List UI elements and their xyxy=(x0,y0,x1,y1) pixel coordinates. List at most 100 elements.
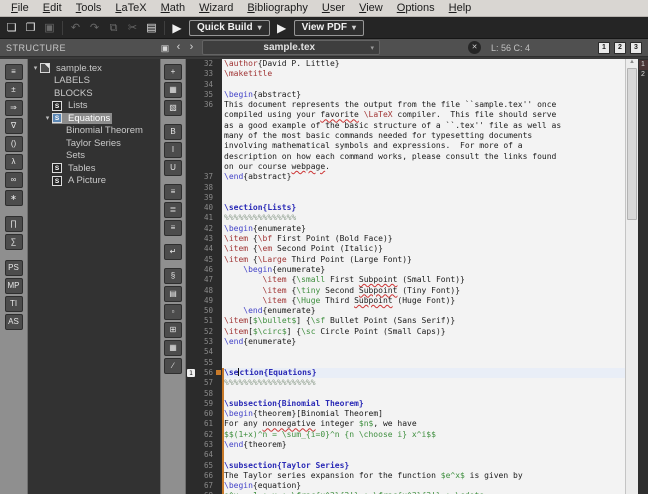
gutter[interactable]: 43 xyxy=(186,234,222,244)
array-icon[interactable]: ▦ xyxy=(164,340,182,356)
code-row-current[interactable]: 156\section{Equations} xyxy=(186,368,625,378)
bookmark-2-icon[interactable]: 2 xyxy=(614,42,626,54)
gutter[interactable]: 34 xyxy=(186,80,222,90)
code-row[interactable]: 49 \item {\Huge Third Subpoint (Huge Fon… xyxy=(186,296,625,306)
gutter[interactable]: 52 xyxy=(186,327,222,337)
code-row[interactable]: 42\begin{enumerate} xyxy=(186,224,625,234)
delimiters-icon[interactable]: () xyxy=(5,136,23,152)
menu-options[interactable]: Options xyxy=(390,2,442,14)
gutter[interactable]: 60 xyxy=(186,409,222,419)
enumerate-list-icon[interactable]: ≣ xyxy=(164,202,182,218)
gutter[interactable] xyxy=(186,110,222,120)
new-document-icon[interactable]: ❏ xyxy=(2,19,21,37)
menu-latex[interactable]: LaTeX xyxy=(108,2,153,14)
code-row[interactable]: 64 xyxy=(186,450,625,460)
bookmark-1-icon[interactable]: 1 xyxy=(598,42,610,54)
includegraphics-icon[interactable]: ▤ xyxy=(164,286,182,302)
tree-item-blocks[interactable]: BLOCKS xyxy=(28,87,160,100)
gutter[interactable] xyxy=(186,121,222,131)
section-icon[interactable]: § xyxy=(164,268,182,284)
gutter[interactable]: 33 xyxy=(186,69,222,79)
gutter[interactable]: 55 xyxy=(186,358,222,368)
code-row[interactable]: 55 xyxy=(186,358,625,368)
code-row[interactable]: 51\item[$\bullet$] {\sf Bullet Point (Sa… xyxy=(186,316,625,326)
code-row[interactable]: 37\end{abstract} xyxy=(186,172,625,182)
gutter[interactable]: 59 xyxy=(186,399,222,409)
gutter[interactable]: 45 xyxy=(186,255,222,265)
code-row[interactable]: 44\item {\em Second Point (Italic)} xyxy=(186,244,625,254)
most-used-symbols-icon[interactable]: ∗ xyxy=(5,190,23,206)
gutter[interactable]: 41 xyxy=(186,213,222,223)
bold-icon[interactable]: B xyxy=(164,124,182,140)
code-row[interactable]: 41%%%%%%%%%%%%%%% xyxy=(186,213,625,223)
quick-build-dropdown[interactable]: Quick Build ▾ xyxy=(189,20,270,36)
gutter[interactable] xyxy=(186,131,222,141)
infinity-symbols-icon[interactable]: ∞ xyxy=(5,172,23,188)
picture-icon[interactable]: ▧ xyxy=(164,100,182,116)
code-row[interactable]: on our course webpage. xyxy=(186,162,625,172)
gutter[interactable] xyxy=(186,162,222,172)
tabbing-icon[interactable]: ▦ xyxy=(164,82,182,98)
gutter[interactable]: 51 xyxy=(186,316,222,326)
code-row[interactable]: 54 xyxy=(186,347,625,357)
code-row[interactable]: 53\end{enumerate} xyxy=(186,337,625,347)
menu-wizard[interactable]: Wizard xyxy=(192,2,240,14)
menu-user[interactable]: User xyxy=(315,2,352,14)
right-rail-badge-2[interactable]: 2 xyxy=(639,70,648,80)
bookmark-3-icon[interactable]: 3 xyxy=(630,42,642,54)
gutter[interactable]: 38 xyxy=(186,183,222,193)
expander-icon[interactable]: ▾ xyxy=(43,114,52,122)
code-row[interactable]: 48 \item {\tiny Second Subpoint (Tiny Fo… xyxy=(186,286,625,296)
gutter[interactable]: 48 xyxy=(186,286,222,296)
code-row[interactable]: 57%%%%%%%%%%%%%%%%%%% xyxy=(186,378,625,388)
code-row[interactable]: 67\begin{equation} xyxy=(186,481,625,491)
menu-edit[interactable]: Edit xyxy=(36,2,69,14)
gutter[interactable] xyxy=(186,152,222,162)
newline-icon[interactable]: ↵ xyxy=(164,244,182,260)
tikz-icon[interactable]: TI xyxy=(5,296,23,312)
menu-file[interactable]: File xyxy=(4,2,36,14)
code-row[interactable]: 32\author{David P. Little} xyxy=(186,59,625,69)
misc-symbols-icon[interactable]: ∇ xyxy=(5,118,23,134)
scroll-up-icon[interactable]: ▲ xyxy=(626,59,638,65)
edit-document-icon[interactable]: ▣ xyxy=(158,41,172,55)
gutter[interactable]: 36 xyxy=(186,100,222,110)
tree-item-tables[interactable]: STables xyxy=(28,162,160,175)
menu-view[interactable]: View xyxy=(352,2,390,14)
view-pdf-dropdown[interactable]: View PDF ▾ xyxy=(294,20,364,36)
code-row[interactable]: 62$$(1+x)^n = \sum_{i=0}^n {n \choose i}… xyxy=(186,430,625,440)
code-row[interactable]: description on how each command works, p… xyxy=(186,152,625,162)
next-document-icon[interactable]: › xyxy=(185,41,198,55)
italic-icon[interactable]: I xyxy=(164,142,182,158)
code-row[interactable]: 43\item {\bf First Point (Bold Face)} xyxy=(186,234,625,244)
tree-item-equations[interactable]: ▾SEquations xyxy=(28,112,160,125)
asymptote-icon[interactable]: AS xyxy=(5,314,23,330)
description-list-icon[interactable]: ≡ xyxy=(164,220,182,236)
gutter[interactable]: 67 xyxy=(186,481,222,491)
previous-document-icon[interactable]: ‹ xyxy=(172,41,185,55)
code-row[interactable]: 39 xyxy=(186,193,625,203)
gutter[interactable]: 37 xyxy=(186,172,222,182)
right-rail-badge-1[interactable]: 1 xyxy=(639,60,648,70)
code-row[interactable]: 65\subsection{Taylor Series} xyxy=(186,461,625,471)
menu-bibliography[interactable]: Bibliography xyxy=(240,2,315,14)
code-row[interactable]: 66The Taylor series expansion for the fu… xyxy=(186,471,625,481)
sum-symbol-icon[interactable]: ∑ xyxy=(5,234,23,250)
code-row[interactable]: 52\item[$\circ$] {\sc Circle Point (Smal… xyxy=(186,327,625,337)
code-row[interactable]: 40\section{Lists} xyxy=(186,203,625,213)
code-row[interactable]: 59\subsection{Binomial Theorem} xyxy=(186,399,625,409)
menu-math[interactable]: Math xyxy=(154,2,192,14)
product-symbol-icon[interactable]: ∏ xyxy=(5,216,23,232)
gutter[interactable]: 58 xyxy=(186,389,222,399)
gutter[interactable]: 44 xyxy=(186,244,222,254)
tree-item-sets[interactable]: Sets xyxy=(28,150,160,163)
gutter[interactable]: 53 xyxy=(186,337,222,347)
editor-scrollbar[interactable]: ▲ xyxy=(625,59,638,494)
include-file-icon[interactable]: ▫ xyxy=(164,304,182,320)
code-row[interactable]: 61For any nonnegative integer $n$, we ha… xyxy=(186,419,625,429)
tree-item-binomial-theorem[interactable]: Binomial Theorem xyxy=(28,125,160,138)
tree-item-sample-tex[interactable]: ▾sample.tex xyxy=(28,62,160,75)
menu-tools[interactable]: Tools xyxy=(69,2,109,14)
pstricks-icon[interactable]: PS xyxy=(5,260,23,276)
gutter[interactable]: 42 xyxy=(186,224,222,234)
